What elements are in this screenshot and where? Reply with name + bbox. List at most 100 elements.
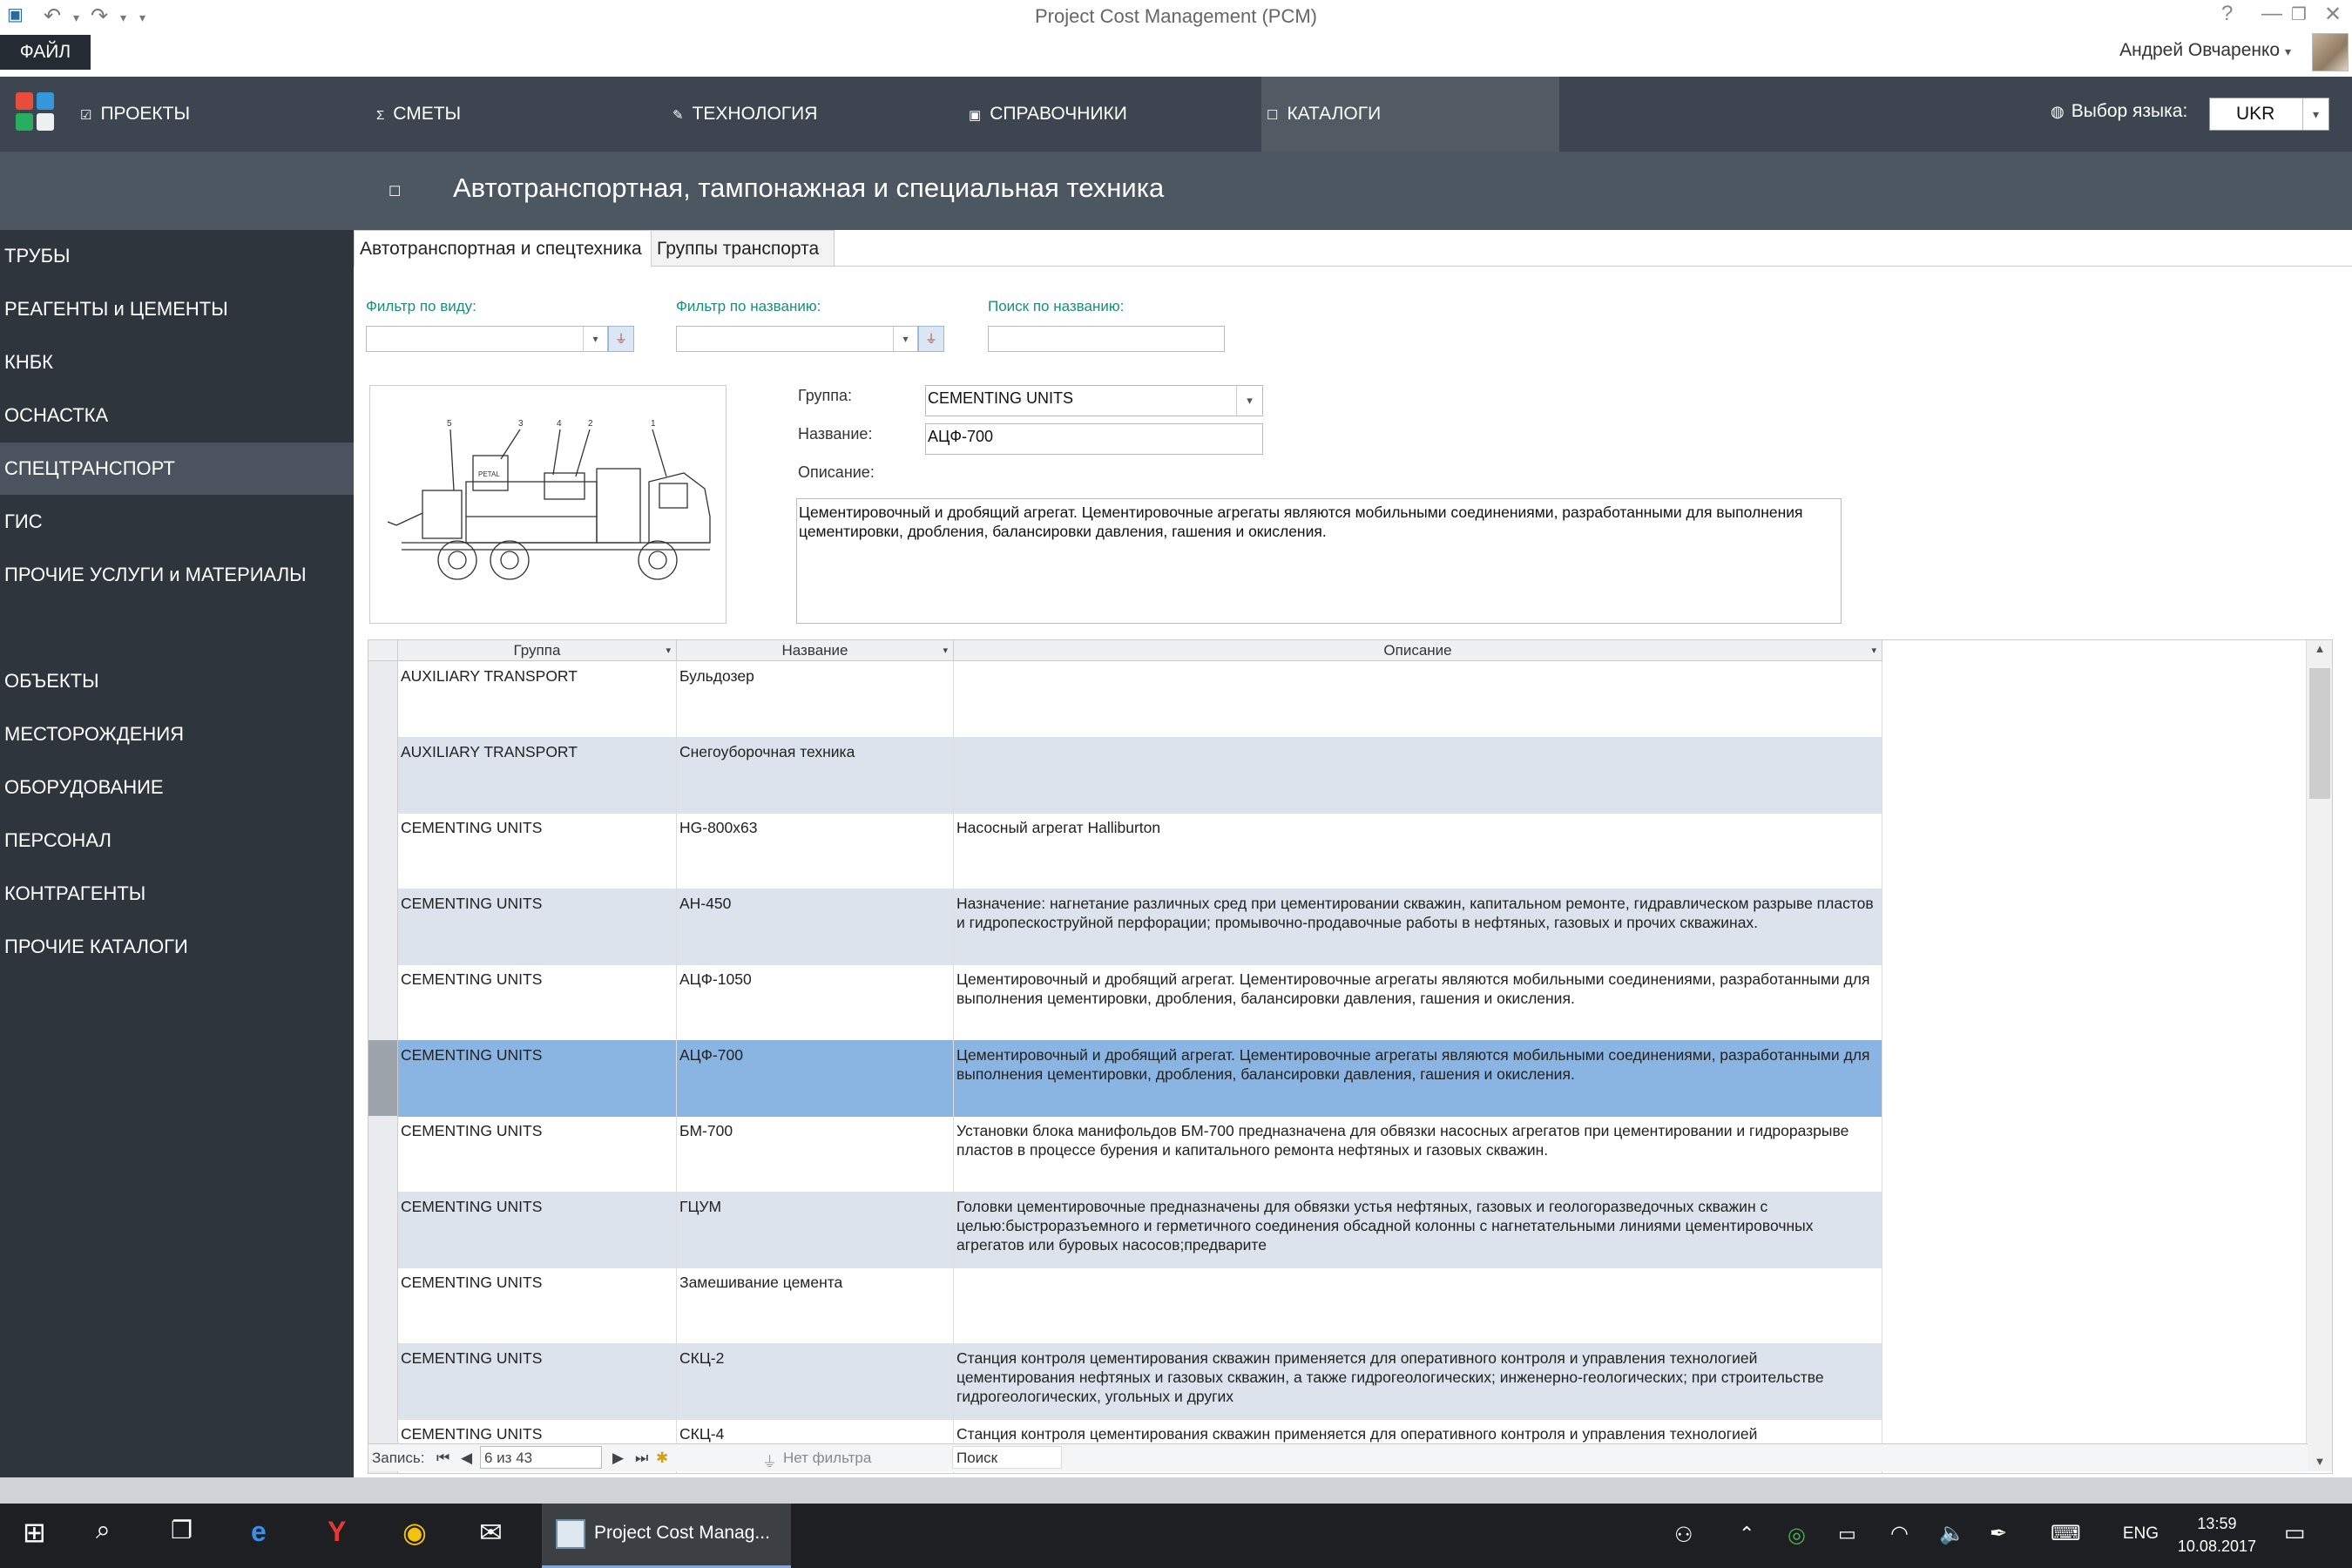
cell-name[interactable]: Снегоуборочная техника bbox=[677, 737, 954, 814]
windows-start-icon[interactable]: ⊞ bbox=[23, 1516, 46, 1549]
cell-name[interactable]: ГЦУМ bbox=[677, 1192, 954, 1268]
search-input[interactable] bbox=[988, 326, 1225, 352]
file-menu-button[interactable]: ФАЙЛ bbox=[0, 35, 91, 70]
keyboard-icon[interactable]: ⌨ bbox=[2051, 1521, 2081, 1546]
cell-group[interactable]: CEMENTING UNITS bbox=[398, 889, 677, 965]
clear-filter-name-button[interactable]: ⏚ bbox=[918, 326, 944, 352]
cell-description[interactable] bbox=[954, 737, 1882, 814]
sidebar-item-personnel[interactable]: ПЕРСОНАЛ bbox=[0, 814, 354, 867]
sidebar-item-other-services[interactable]: ПРОЧИЕ УСЛУГИ и МАТЕРИАЛЫ bbox=[0, 549, 354, 601]
user-menu[interactable]: Андрей Овчаренко ▾ bbox=[2119, 40, 2291, 61]
chevron-up-icon[interactable]: ⌃ bbox=[1739, 1523, 1754, 1545]
cell-group[interactable]: CEMENTING UNITS bbox=[398, 813, 677, 889]
nav-references[interactable]: ▣ СПРАВОЧНИКИ bbox=[969, 77, 1127, 152]
input-language[interactable]: ENG bbox=[2123, 1524, 2159, 1544]
cell-group[interactable]: CEMENTING UNITS bbox=[398, 964, 677, 1041]
cell-name[interactable]: БМ-700 bbox=[677, 1116, 954, 1193]
taskbar-app-pcm[interactable]: Project Cost Manag... bbox=[542, 1504, 791, 1568]
nav-projects[interactable]: ☑ ПРОЕКТЫ bbox=[80, 77, 190, 152]
table-row[interactable]: CEMENTING UNITS Замешивание цемента bbox=[368, 1267, 1882, 1344]
table-row[interactable]: CEMENTING UNITS АЦФ-700 Цементировочный и … bbox=[368, 1040, 1882, 1117]
name-field[interactable]: АЦФ-700 bbox=[925, 423, 1263, 455]
prev-record-button[interactable]: ◀ bbox=[461, 1450, 472, 1467]
next-record-button[interactable]: ▶ bbox=[612, 1450, 624, 1467]
sync-icon[interactable]: ◎ bbox=[1788, 1523, 1806, 1548]
sidebar-item-pipes[interactable]: ТРУБЫ bbox=[0, 230, 354, 282]
table-row[interactable]: CEMENTING UNITS СКЦ-2 Станция контроля цем… bbox=[368, 1343, 1882, 1420]
cell-group[interactable]: CEMENTING UNITS bbox=[398, 1040, 677, 1117]
row-selector[interactable] bbox=[368, 1040, 398, 1117]
cell-name[interactable]: АН-450 bbox=[677, 889, 954, 965]
tab-vehicles[interactable]: Автотранспортная и спецтехника bbox=[354, 230, 652, 267]
cell-group[interactable]: CEMENTING UNITS bbox=[398, 1192, 677, 1268]
cell-name[interactable]: Замешивание цемента bbox=[677, 1267, 954, 1344]
grid-search-input[interactable]: Поиск bbox=[952, 1446, 1062, 1469]
notifications-icon[interactable]: ▭ bbox=[2284, 1519, 2306, 1546]
battery-icon[interactable]: ▭ bbox=[1838, 1523, 1856, 1545]
column-header-description[interactable]: Описание ▾ bbox=[954, 640, 1882, 661]
restore-button[interactable]: ❐ bbox=[2291, 3, 2307, 25]
row-selector[interactable] bbox=[368, 1267, 398, 1344]
wifi-icon[interactable]: ◠ bbox=[1890, 1521, 1909, 1546]
record-position-field[interactable]: 6 из 43 bbox=[480, 1446, 602, 1469]
help-button[interactable]: ? bbox=[2221, 2, 2233, 26]
row-selector[interactable] bbox=[368, 964, 398, 1041]
data-grid[interactable]: Группа ▾ Название ▾ Описание ▾ AUXILIARY TR… bbox=[368, 639, 2333, 1474]
cell-description[interactable] bbox=[954, 661, 1882, 738]
cell-name[interactable]: АЦФ-1050 bbox=[677, 964, 954, 1041]
close-button[interactable]: ✕ bbox=[2324, 2, 2342, 27]
pen-icon[interactable]: ✒ bbox=[1990, 1521, 2007, 1546]
row-selector[interactable] bbox=[368, 1192, 398, 1268]
cell-group[interactable]: CEMENTING UNITS bbox=[398, 1267, 677, 1344]
cell-description[interactable] bbox=[954, 1267, 1882, 1344]
mail-icon[interactable]: ✉ bbox=[479, 1516, 503, 1549]
first-record-button[interactable]: ⏮ bbox=[436, 1450, 449, 1467]
table-row[interactable]: AUXILIARY TRANSPORT Бульдозер bbox=[368, 661, 1882, 738]
filter-type-select[interactable]: ▾ bbox=[366, 326, 608, 352]
sidebar-item-other-catalogs[interactable]: ПРОЧИЕ КАТАЛОГИ bbox=[0, 921, 354, 973]
sidebar-item-equipment-tools[interactable]: ОСНАСТКА bbox=[0, 389, 354, 442]
sidebar-item-contractors[interactable]: КОНТРАГЕНТЫ bbox=[0, 868, 354, 920]
cell-description[interactable]: Установки блока манифольдов БМ-700 предн… bbox=[954, 1116, 1882, 1193]
filter-name-select[interactable]: ▾ bbox=[676, 326, 918, 352]
filter-state[interactable]: Нет фильтра bbox=[783, 1450, 871, 1467]
clear-filter-type-button[interactable]: ⏚ bbox=[608, 326, 634, 352]
clock[interactable]: 13:59 10.08.2017 bbox=[2178, 1512, 2256, 1558]
cell-name[interactable]: СКЦ-2 bbox=[677, 1343, 954, 1420]
cell-name[interactable]: АЦФ-700 bbox=[677, 1040, 954, 1117]
last-record-button[interactable]: ⏭ bbox=[635, 1450, 648, 1467]
nav-catalogs[interactable]: ☐ КАТАЛОГИ bbox=[1267, 77, 1381, 152]
nav-technology[interactable]: ✎ ТЕХНОЛОГИЯ bbox=[672, 77, 817, 152]
sidebar-item-gis[interactable]: ГИС bbox=[0, 496, 354, 548]
yandex-browser-icon[interactable]: Y bbox=[328, 1516, 346, 1548]
table-row[interactable]: CEMENTING UNITS БМ-700 Установки блока ман… bbox=[368, 1116, 1882, 1193]
row-selector[interactable] bbox=[368, 889, 398, 965]
row-selector[interactable] bbox=[368, 1116, 398, 1193]
row-selector[interactable] bbox=[368, 813, 398, 889]
vertical-scrollbar[interactable]: ▲ ▼ bbox=[2306, 640, 2332, 1471]
cell-description[interactable]: Цементировочный и дробящий агрегат. Цеме… bbox=[954, 964, 1882, 1041]
row-selector[interactable] bbox=[368, 661, 398, 738]
sidebar-item-fields[interactable]: МЕСТОРОЖДЕНИЯ bbox=[0, 708, 354, 760]
cell-group[interactable]: AUXILIARY TRANSPORT bbox=[398, 737, 677, 814]
group-select[interactable]: CEMENTING UNITS ▾ bbox=[925, 385, 1263, 416]
sidebar-item-equipment[interactable]: ОБОРУДОВАНИЕ bbox=[0, 761, 354, 814]
cell-description[interactable]: Станция контроля цементирования скважин … bbox=[954, 1343, 1882, 1420]
cell-description[interactable]: Цементировочный и дробящий агрегат. Цеме… bbox=[954, 1040, 1882, 1117]
table-row[interactable]: CEMENTING UNITS АН-450 Назначение: нагнета… bbox=[368, 889, 1882, 965]
column-header-name[interactable]: Название ▾ bbox=[677, 640, 954, 661]
table-row[interactable]: CEMENTING UNITS АЦФ-1050 Цементировочный и… bbox=[368, 964, 1882, 1041]
cell-description[interactable]: Головки цементировочные предназначены дл… bbox=[954, 1192, 1882, 1268]
chrome-icon[interactable]: ◉ bbox=[402, 1516, 427, 1549]
new-record-button[interactable]: ✱ bbox=[656, 1450, 668, 1467]
cell-description[interactable]: Насосный агрегат Halliburton bbox=[954, 813, 1882, 889]
table-row[interactable]: CEMENTING UNITS HG-800x63 Насосный агрегат… bbox=[368, 813, 1882, 889]
cell-group[interactable]: CEMENTING UNITS bbox=[398, 1343, 677, 1420]
cell-group[interactable]: CEMENTING UNITS bbox=[398, 1116, 677, 1193]
nav-estimates[interactable]: Σ СМЕТЫ bbox=[376, 77, 461, 152]
row-selector[interactable] bbox=[368, 1343, 398, 1420]
cell-name[interactable]: HG-800x63 bbox=[677, 813, 954, 889]
sidebar-item-special-transport[interactable]: СПЕЦТРАНСПОРТ bbox=[0, 443, 354, 495]
table-row[interactable]: AUXILIARY TRANSPORT Снегоуборочная техник… bbox=[368, 737, 1882, 814]
row-selector[interactable] bbox=[368, 737, 398, 814]
